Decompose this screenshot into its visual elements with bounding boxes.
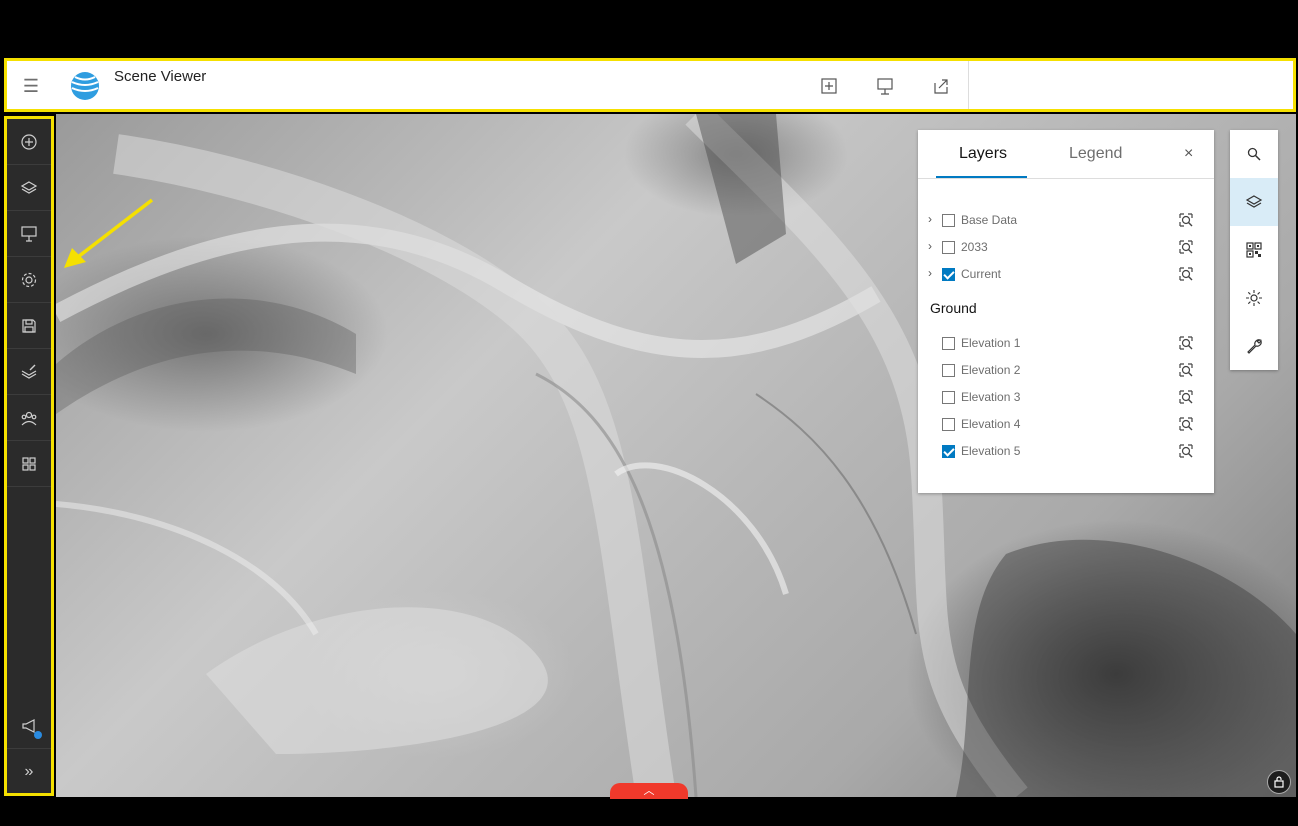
ground-layer-checkbox[interactable] xyxy=(942,445,955,458)
ground-layer-label: Elevation 5 xyxy=(961,444,1021,458)
globe-logo-icon xyxy=(71,72,99,100)
layers-button[interactable] xyxy=(1230,178,1278,226)
panel-tabs: Layers Legend × xyxy=(918,130,1214,179)
ground-layer-label: Elevation 3 xyxy=(961,390,1021,404)
layer-checkbox[interactable] xyxy=(942,214,955,227)
settings-button[interactable] xyxy=(7,257,51,303)
active-tab-indicator xyxy=(936,176,1027,178)
header-divider xyxy=(968,61,969,109)
add-square-icon[interactable] xyxy=(819,76,839,96)
layers-panel: Layers Legend × › Base Data › 2033 › Cur… xyxy=(918,130,1214,493)
hamburger-menu-icon[interactable]: ☰ xyxy=(21,76,41,96)
ground-layer-label: Elevation 1 xyxy=(961,336,1021,350)
edit-layers-button[interactable] xyxy=(7,349,51,395)
presentation-icon[interactable] xyxy=(875,76,895,96)
right-toolbar xyxy=(1230,130,1278,370)
ground-layer-checkbox[interactable] xyxy=(942,418,955,431)
ground-layer-item: Elevation 4 xyxy=(918,414,1214,436)
ground-layer-item: Elevation 5 xyxy=(918,441,1214,463)
tab-legend[interactable]: Legend xyxy=(1069,145,1122,163)
zoom-to-layer-icon[interactable] xyxy=(1177,442,1195,460)
layer-label: Base Data xyxy=(961,213,1018,227)
scene-viewer-app: ☰ Scene Viewer » Layers Legend × › Base … xyxy=(0,0,1298,826)
app-header: ☰ Scene Viewer xyxy=(4,58,1296,112)
grid-icon xyxy=(22,456,36,471)
ground-layer-item: Elevation 3 xyxy=(918,387,1214,409)
ground-layer-checkbox[interactable] xyxy=(942,391,955,404)
expand-toolbar-button[interactable]: » xyxy=(7,749,51,795)
expand-chevrons-icon: » xyxy=(24,763,34,780)
daylight-button[interactable] xyxy=(1230,274,1278,322)
layer-checkbox[interactable] xyxy=(942,268,955,281)
wrench-icon xyxy=(1247,339,1262,354)
share-group-icon xyxy=(21,411,37,425)
basemap-button[interactable] xyxy=(1230,226,1278,274)
chevron-right-icon[interactable]: › xyxy=(928,212,932,226)
bottom-panel-toggle[interactable]: ︿ xyxy=(610,783,688,799)
layer-item: › Base Data xyxy=(918,210,1214,232)
zoom-to-layer-icon[interactable] xyxy=(1177,238,1195,256)
tools-button[interactable] xyxy=(1230,322,1278,370)
zoom-to-layer-icon[interactable] xyxy=(1177,388,1195,406)
slides-button[interactable] xyxy=(7,211,51,257)
app-title: Scene Viewer xyxy=(114,68,207,85)
layer-label: 2033 xyxy=(961,240,988,254)
ground-layer-checkbox[interactable] xyxy=(942,364,955,377)
search-button[interactable] xyxy=(1230,130,1278,178)
tab-layers[interactable]: Layers xyxy=(959,145,1007,163)
annotation-arrow xyxy=(64,198,154,268)
presentation-icon xyxy=(21,225,37,242)
save-button[interactable] xyxy=(7,303,51,349)
chevron-right-icon[interactable]: › xyxy=(928,239,932,253)
share-icon[interactable] xyxy=(931,76,951,96)
ground-section-title: Ground xyxy=(930,300,977,316)
lock-button[interactable] xyxy=(1267,770,1291,794)
gear-icon xyxy=(21,272,37,287)
add-content-button[interactable] xyxy=(7,119,51,165)
close-icon[interactable]: × xyxy=(1184,145,1193,163)
layer-checkbox[interactable] xyxy=(942,241,955,254)
ground-layer-item: Elevation 1 xyxy=(918,333,1214,355)
whats-new-button[interactable] xyxy=(7,703,51,749)
layer-item: › Current xyxy=(918,264,1214,286)
save-icon xyxy=(22,318,36,333)
chevron-up-icon: ︿ xyxy=(643,785,655,797)
zoom-to-layer-icon[interactable] xyxy=(1177,211,1195,229)
apps-button[interactable] xyxy=(7,441,51,487)
layers-icon xyxy=(1245,195,1263,208)
ground-layer-label: Elevation 4 xyxy=(961,417,1021,431)
edit-layers-icon xyxy=(21,364,37,379)
lock-icon xyxy=(1274,776,1284,788)
share-group-button[interactable] xyxy=(7,395,51,441)
qr-basemap-icon xyxy=(1246,242,1262,258)
search-icon xyxy=(1247,147,1261,161)
layers-button[interactable] xyxy=(7,165,51,211)
ground-layer-checkbox[interactable] xyxy=(942,337,955,350)
sun-icon xyxy=(1246,290,1262,306)
layer-item: › 2033 xyxy=(918,237,1214,259)
notification-dot xyxy=(34,731,42,739)
layer-label: Current xyxy=(961,267,1002,281)
left-toolbar: » xyxy=(4,116,54,796)
zoom-to-layer-icon[interactable] xyxy=(1177,361,1195,379)
zoom-to-layer-icon[interactable] xyxy=(1177,265,1195,283)
zoom-to-layer-icon[interactable] xyxy=(1177,334,1195,352)
layers-icon xyxy=(20,180,38,194)
ground-layer-item: Elevation 2 xyxy=(918,360,1214,382)
zoom-to-layer-icon[interactable] xyxy=(1177,415,1195,433)
chevron-right-icon[interactable]: › xyxy=(928,266,932,280)
ground-layer-label: Elevation 2 xyxy=(961,363,1021,377)
add-circle-icon xyxy=(21,133,37,150)
